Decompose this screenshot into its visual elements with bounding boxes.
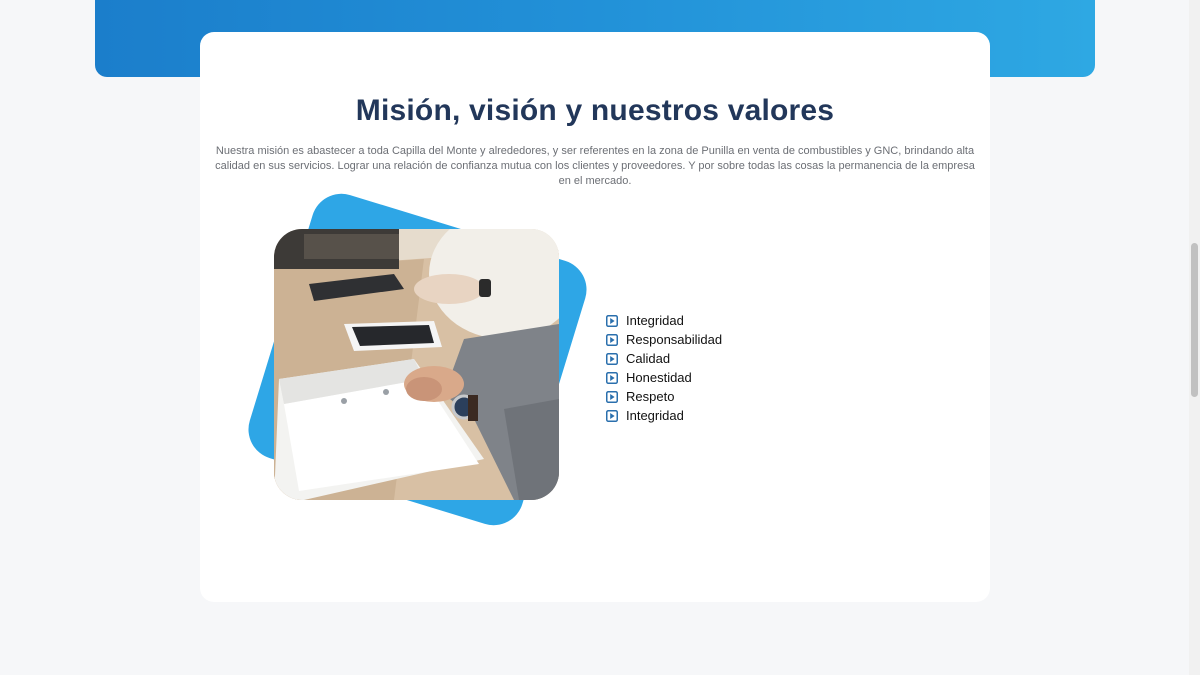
- mission-description: Nuestra misión es abastecer a toda Capil…: [215, 145, 975, 187]
- meeting-photo: [274, 229, 559, 500]
- scrollbar-thumb[interactable]: [1191, 243, 1198, 397]
- mission-card: Misión, visión y nuestros valores Nuestr…: [200, 32, 990, 602]
- play-square-icon: [606, 371, 618, 384]
- list-item: Responsabilidad: [606, 330, 722, 349]
- value-label: Respeto: [626, 389, 675, 404]
- play-square-icon: [606, 390, 618, 403]
- page: Misión, visión y nuestros valores Nuestr…: [0, 0, 1200, 675]
- value-label: Responsabilidad: [626, 332, 723, 347]
- list-item: Honestidad: [606, 368, 722, 387]
- list-item: Integridad: [606, 406, 722, 425]
- meeting-photo-frame: [240, 186, 594, 533]
- value-label: Integridad: [626, 408, 684, 423]
- play-square-icon: [606, 314, 618, 327]
- value-label: Calidad: [626, 351, 671, 366]
- section-title: Misión, visión y nuestros valores: [355, 94, 835, 127]
- values-list: Integridad Responsabilidad Calidad Hones…: [606, 311, 722, 425]
- value-label: Integridad: [626, 313, 684, 328]
- play-square-icon: [606, 333, 618, 346]
- value-label: Honestidad: [626, 370, 692, 385]
- list-item: Respeto: [606, 387, 722, 406]
- vertical-scrollbar[interactable]: [1189, 0, 1200, 675]
- list-item: Integridad: [606, 311, 722, 330]
- play-square-icon: [606, 409, 618, 422]
- list-item: Calidad: [606, 349, 722, 368]
- play-square-icon: [606, 352, 618, 365]
